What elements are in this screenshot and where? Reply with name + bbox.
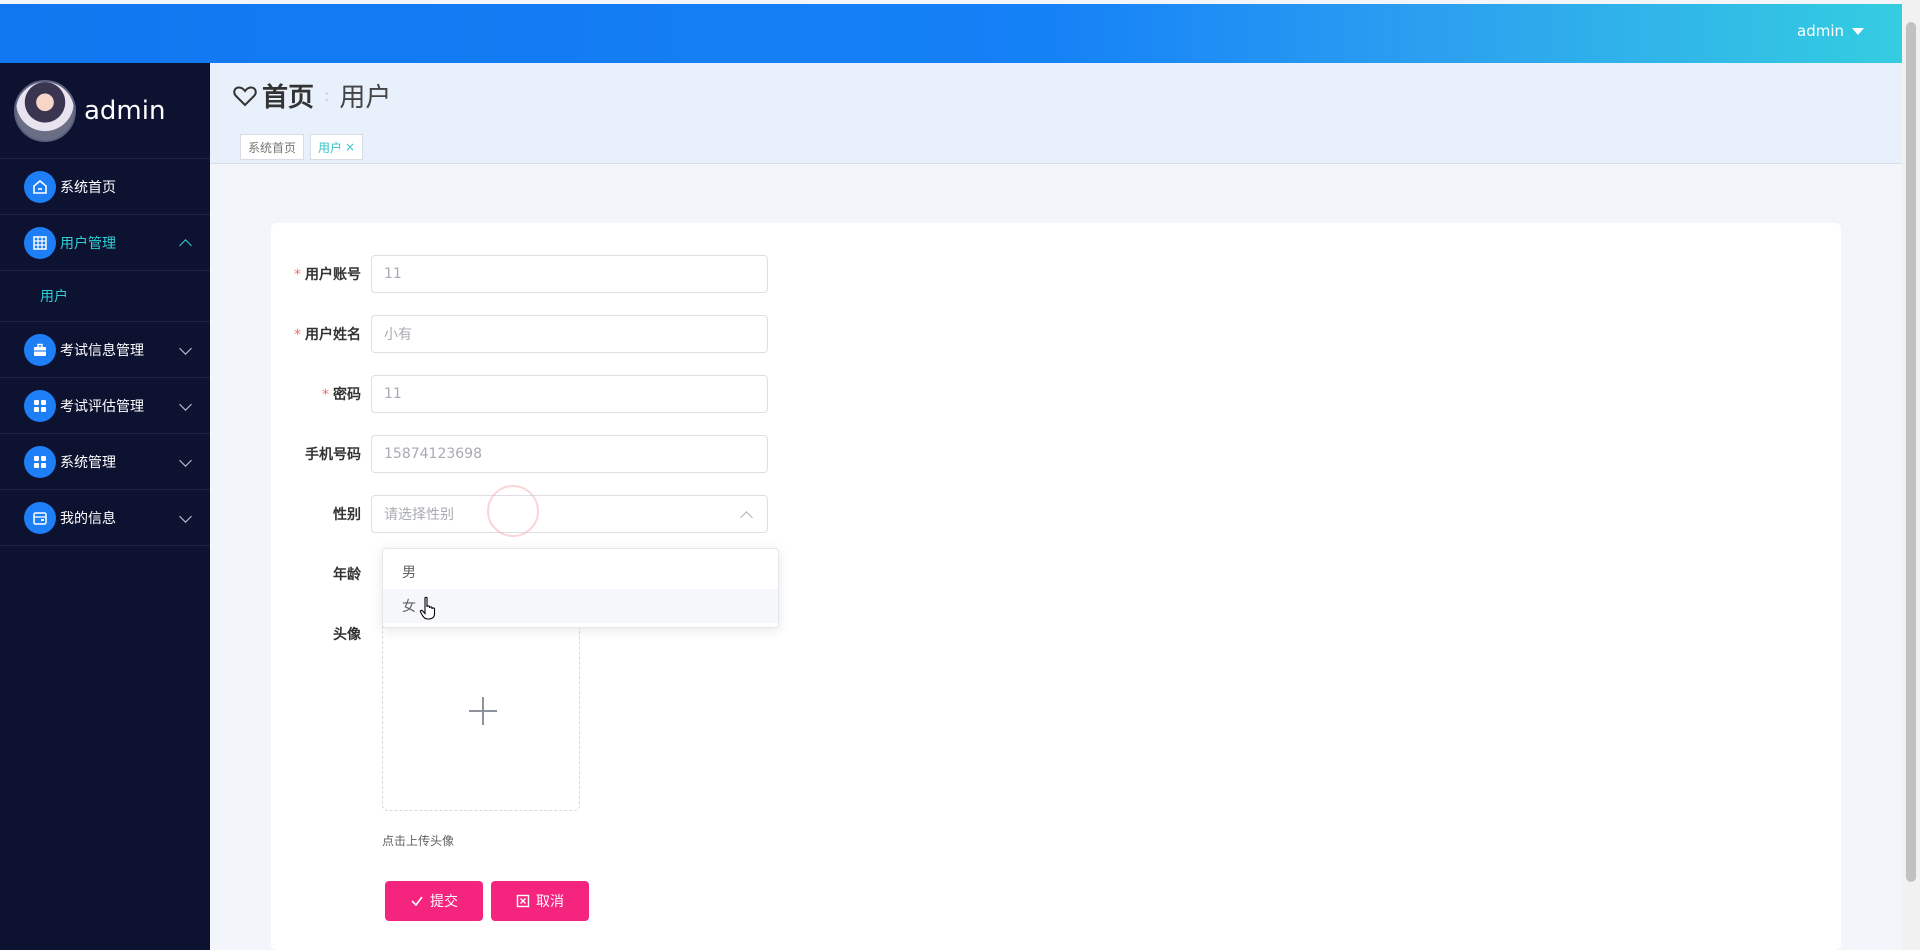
home-icon (24, 170, 56, 203)
avatar-label: 头像 (333, 627, 361, 643)
tags-view: 系统首页 用户 × (240, 134, 364, 160)
name-value: 小有 (384, 327, 412, 343)
name-label-text: 用户姓名 (305, 327, 361, 343)
sidebar-item-exam-eval[interactable]: 考试评估管理 (0, 378, 210, 434)
name-label: * 用户姓名 (271, 324, 371, 344)
tag-home[interactable]: 系统首页 (240, 134, 305, 160)
form-row-phone: 手机号码 15874123698 (271, 434, 768, 474)
sidebar-item-my-info[interactable]: 我的信息 (0, 490, 210, 546)
breadcrumb-separator: : (324, 86, 330, 105)
briefcase-icon (24, 333, 56, 366)
chevron-up-icon (740, 510, 753, 524)
sidebar-item-user-management[interactable]: 用户管理 (0, 215, 210, 271)
user-menu-label: admin (1797, 22, 1844, 40)
phone-value: 15874123698 (384, 446, 482, 462)
gender-label: 性别 (333, 507, 361, 523)
breadcrumb: 首页 : 用户 (232, 77, 391, 114)
phone-field[interactable]: 15874123698 (371, 435, 768, 473)
apps-icon (24, 445, 56, 478)
profile-name: admin (84, 95, 166, 126)
gender-placeholder: 请选择性别 (384, 507, 454, 523)
form-row-account: * 用户账号 11 (271, 254, 768, 294)
password-label-text: 密码 (333, 387, 361, 403)
tag-label: 用户 (318, 140, 343, 155)
phone-label: 手机号码 (305, 447, 361, 463)
submit-button[interactable]: 提交 (385, 881, 483, 921)
sidebar-item-label: 系统首页 (60, 179, 116, 196)
grid-icon (24, 226, 56, 259)
form-card: * 用户账号 11 * 用户姓名 小有 * 密码 11 手机号码 1587412369… (271, 223, 1841, 950)
form-row-password: * 密码 11 (271, 374, 768, 414)
hand-cursor-icon (419, 596, 436, 620)
gender-option-female[interactable]: 女 (383, 589, 778, 623)
sidebar-item-label: 系统管理 (60, 454, 116, 471)
upload-tip: 点击上传头像 (382, 834, 455, 848)
sidebar: admin 系统首页 用户管理 用户 考试信息管理 考试评估管理 系统管理 我的… (0, 63, 210, 950)
gender-option-male[interactable]: 男 (383, 555, 778, 589)
cancel-label: 取消 (536, 893, 564, 909)
caret-down-icon (1852, 27, 1864, 35)
required-mark: * (322, 387, 329, 403)
sidebar-profile: admin (0, 63, 210, 159)
sidebar-item-system[interactable]: 系统管理 (0, 434, 210, 490)
chevron-down-icon (179, 398, 192, 411)
chevron-down-icon (179, 454, 192, 467)
close-icon[interactable]: × (345, 140, 355, 154)
page-header: 首页 : 用户 系统首页 用户 × (210, 63, 1902, 164)
sidebar-item-label: 考试信息管理 (60, 342, 144, 359)
account-field[interactable]: 11 (371, 255, 768, 293)
chevron-up-icon (179, 239, 192, 252)
sidebar-subitem-label: 用户 (40, 289, 68, 305)
top-bar: admin (0, 4, 1902, 63)
age-label: 年龄 (333, 567, 361, 583)
gender-select[interactable]: 请选择性别 (371, 495, 768, 533)
account-label-text: 用户账号 (305, 267, 361, 283)
account-label: * 用户账号 (271, 264, 371, 284)
submit-label: 提交 (430, 893, 458, 909)
form-row-age: 年龄 (271, 554, 371, 594)
avatar-uploader[interactable] (382, 611, 580, 811)
heart-icon (233, 85, 257, 106)
sidebar-subitem-user[interactable]: 用户 (0, 271, 210, 322)
wallet-icon (24, 501, 56, 534)
apps-icon (24, 389, 56, 422)
cancel-button[interactable]: 取消 (491, 881, 589, 921)
gender-dropdown: 男 女 (382, 548, 779, 628)
password-field[interactable]: 11 (371, 375, 768, 413)
sidebar-item-exam-info[interactable]: 考试信息管理 (0, 322, 210, 378)
password-value: 11 (384, 386, 402, 402)
scrollbar[interactable] (1902, 0, 1920, 950)
chevron-down-icon (179, 510, 192, 523)
account-value: 11 (384, 266, 402, 282)
tag-user[interactable]: 用户 × (310, 134, 364, 160)
sidebar-item-home[interactable]: 系统首页 (0, 159, 210, 215)
breadcrumb-current: 用户 (339, 83, 392, 113)
user-menu[interactable]: admin (1797, 22, 1864, 40)
name-field[interactable]: 小有 (371, 315, 768, 353)
avatar (14, 79, 76, 142)
check-icon (411, 896, 423, 907)
click-ripple (487, 485, 539, 537)
required-mark: * (294, 327, 301, 343)
sidebar-item-label: 考试评估管理 (60, 398, 144, 415)
required-mark: * (294, 267, 301, 283)
close-box-icon (516, 894, 530, 908)
form-row-avatar: 头像 (271, 614, 371, 654)
breadcrumb-home[interactable]: 首页 (262, 77, 314, 114)
sidebar-item-label: 用户管理 (60, 235, 116, 252)
plus-icon-vertical (482, 697, 484, 725)
form-row-name: * 用户姓名 小有 (271, 314, 768, 354)
tag-label: 系统首页 (248, 140, 297, 155)
scrollbar-thumb[interactable] (1906, 22, 1916, 882)
sidebar-item-label: 我的信息 (60, 510, 116, 527)
chevron-down-icon (179, 342, 192, 355)
password-label: * 密码 (271, 384, 371, 404)
